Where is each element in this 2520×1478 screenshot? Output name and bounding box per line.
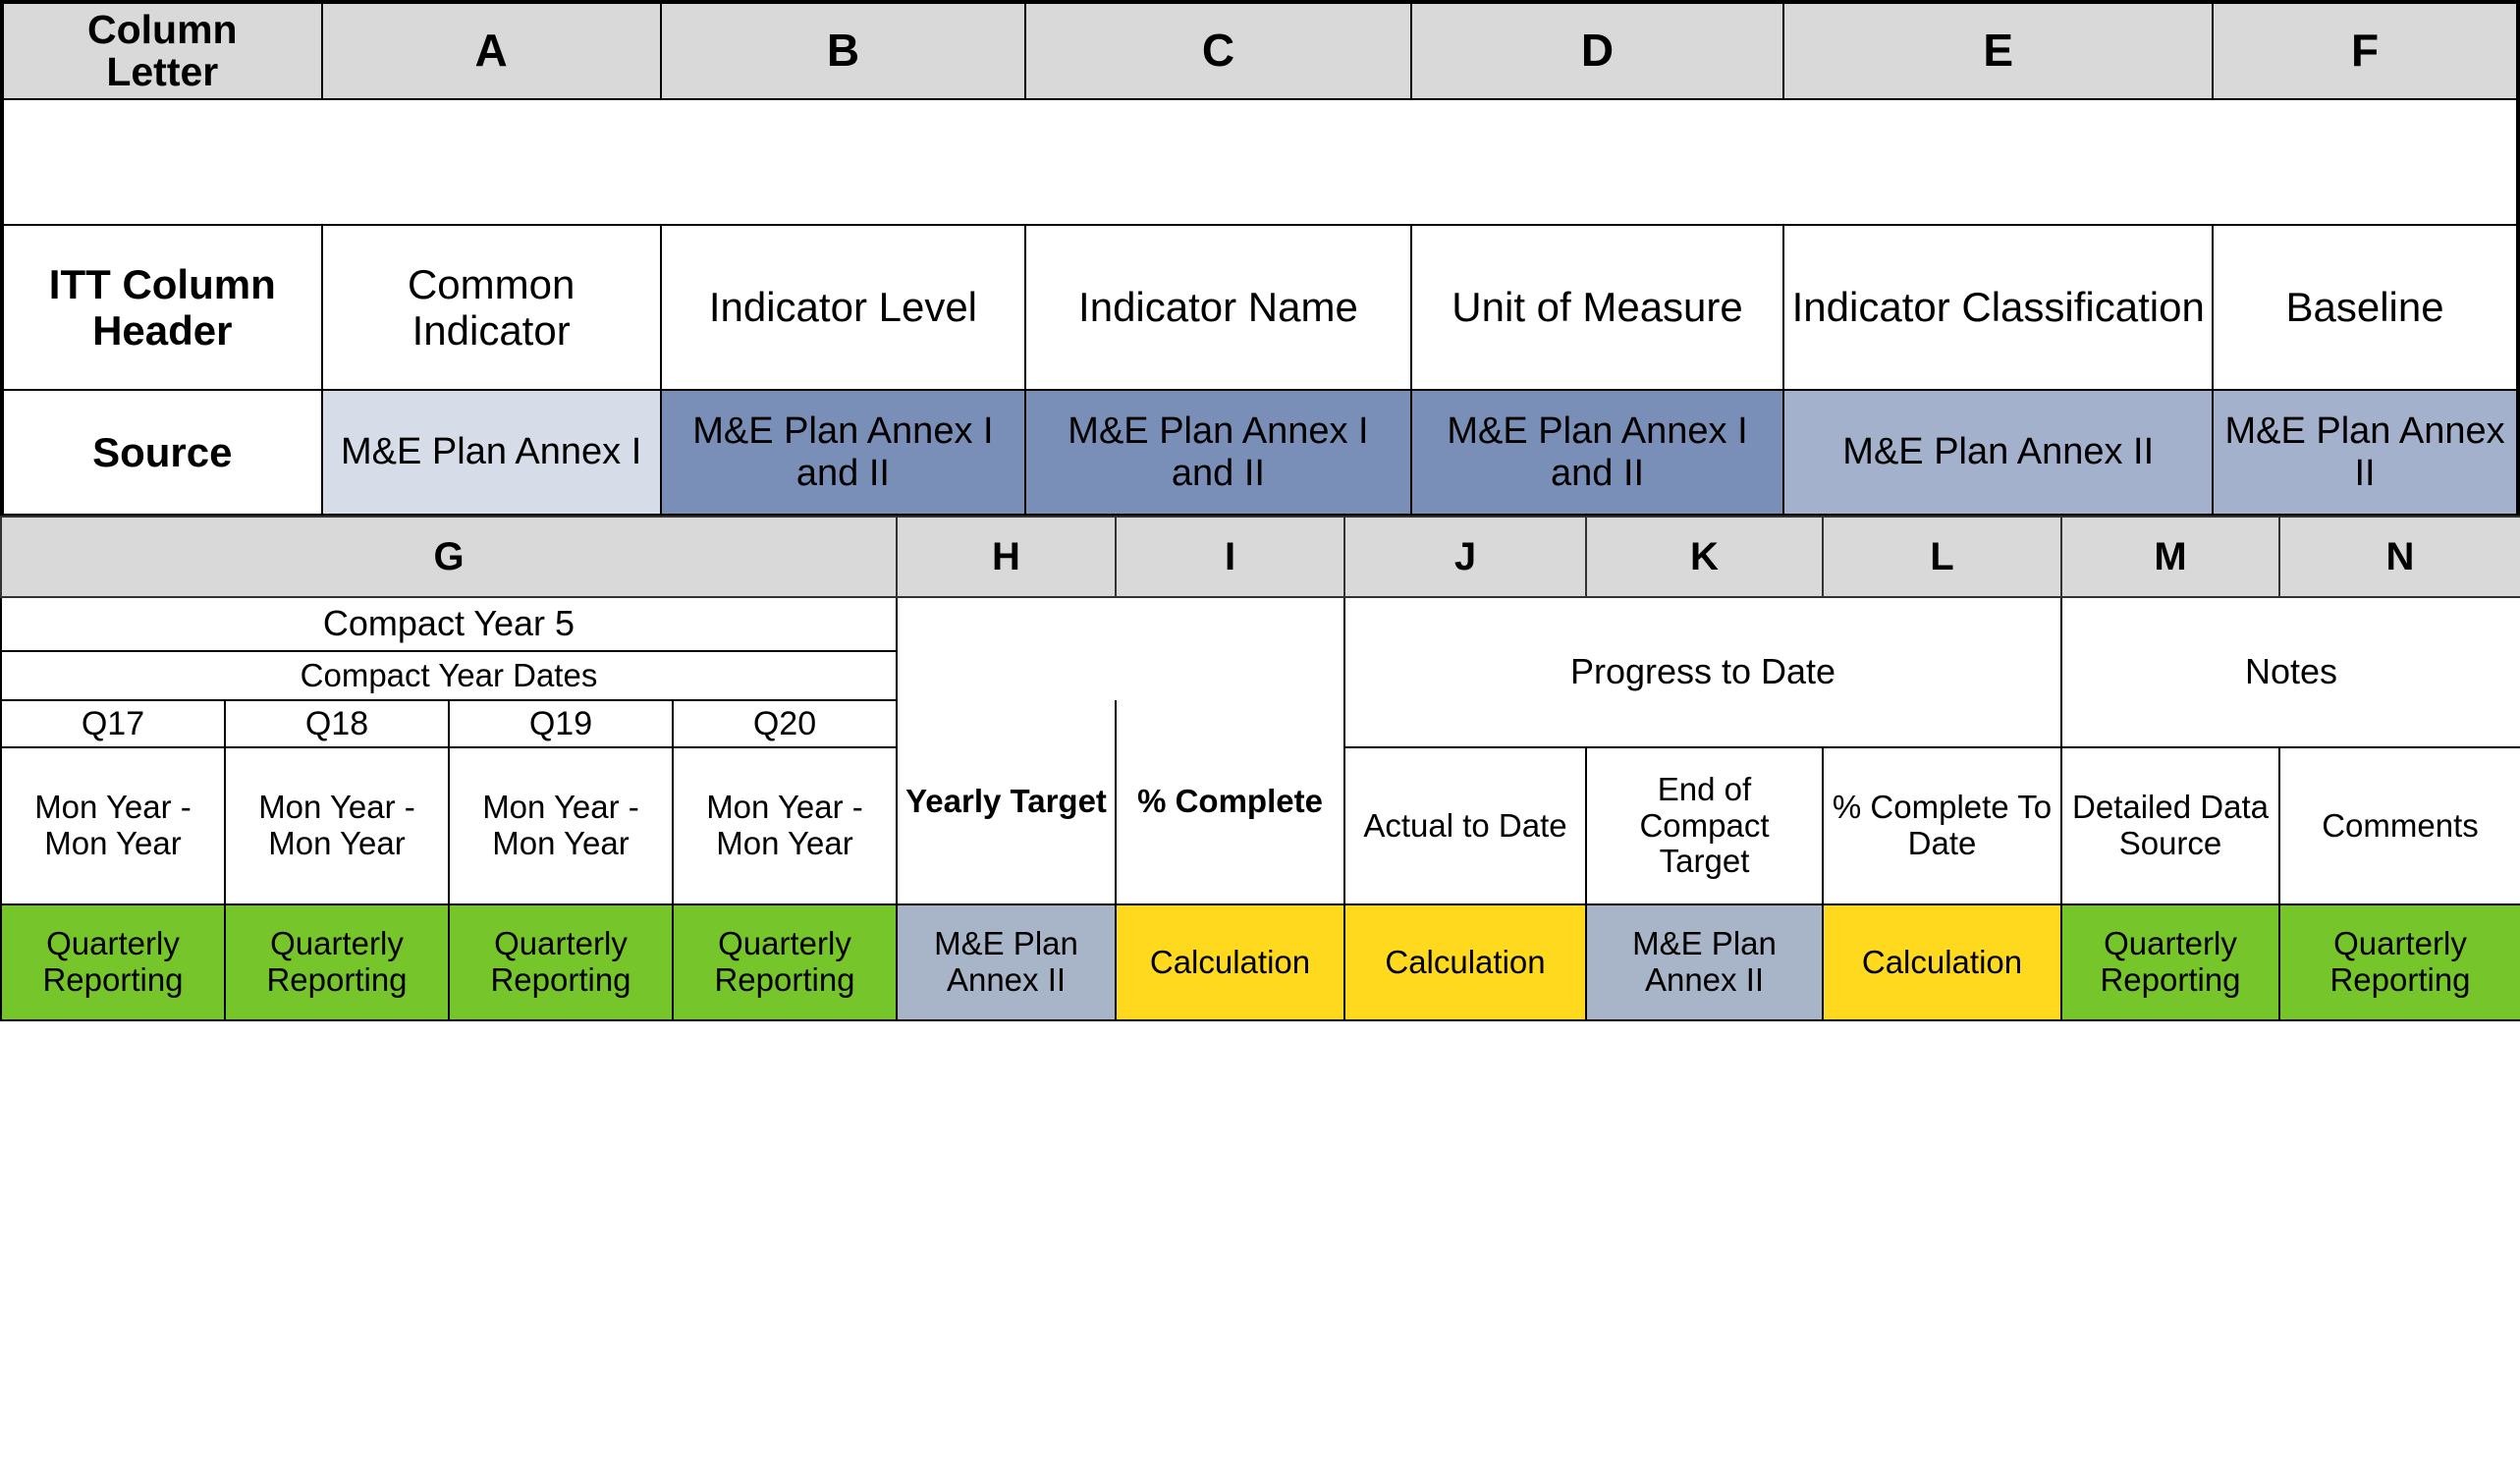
itt-header-indicator-classification: Indicator Classification: [1782, 224, 2215, 391]
itt-header-label-line1: ITT Column: [48, 260, 276, 307]
source-indicator-classification: M&E Plan Annex II: [1782, 389, 2215, 516]
quarter-q19: Q19: [448, 699, 674, 748]
column-letter-c: C: [1024, 1, 1412, 100]
source-q18: Quarterly Reporting: [224, 903, 450, 1021]
detail-header-actual-to-date: Actual to Date: [1343, 746, 1587, 905]
source-percent-complete-to-date: Calculation: [1822, 903, 2062, 1021]
column-letter-row: Column Letter A B C D E F: [1, 1, 2519, 100]
detail-header-percent-complete-to-date: % Complete To Date: [1822, 746, 2062, 905]
detail-header-detailed-data-source: Detailed Data Source: [2060, 746, 2280, 905]
spacer-cell: [1, 98, 2519, 226]
column-letter-i: I: [1115, 516, 1345, 598]
quarter-dates-q20: Mon Year - Mon Year: [672, 746, 898, 905]
row-label-column-letter: Column Letter: [1, 1, 323, 100]
row-label-itt-column-header: ITT Column Header: [1, 224, 323, 391]
source-q20: Quarterly Reporting: [672, 903, 898, 1021]
column-letter-label-line1: Column: [86, 7, 238, 53]
itt-column-header-row: ITT Column Header Common Indicator Indic…: [1, 224, 2519, 391]
source-percent-complete: Calculation: [1115, 903, 1345, 1021]
source-comments: Quarterly Reporting: [2278, 903, 2520, 1021]
source-row-2: Quarterly Reporting Quarterly Reporting …: [0, 903, 2520, 1021]
column-letter-n: N: [2278, 516, 2520, 598]
source-unit-of-measure: M&E Plan Annex I and II: [1409, 389, 1785, 516]
source-detailed-data-source: Quarterly Reporting: [2060, 903, 2280, 1021]
itt-header-common-indicator: Common Indicator: [320, 224, 662, 391]
group-compact-year-dates: Compact Year Dates: [0, 650, 898, 701]
quarter-q17: Q17: [0, 699, 226, 748]
detail-header-comments: Comments: [2278, 746, 2520, 905]
source-actual-to-date: Calculation: [1343, 903, 1587, 1021]
detail-header-percent-complete: % Complete: [1115, 700, 1345, 905]
column-letter-j: J: [1343, 516, 1587, 598]
column-letter-l: L: [1822, 516, 2062, 598]
group-progress-to-date: Progress to Date: [1343, 596, 2062, 748]
column-letter-k: K: [1585, 516, 1824, 598]
source-indicator-name: M&E Plan Annex I and II: [1024, 389, 1412, 516]
quarter-dates-q19: Mon Year - Mon Year: [448, 746, 674, 905]
column-letter-label-line2: Letter: [106, 49, 219, 94]
itt-header-indicator-name: Indicator Name: [1024, 224, 1412, 391]
group-title-row: Compact Year 5 Progress to Date Notes: [0, 596, 2520, 748]
itt-header-unit-of-measure: Unit of Measure: [1409, 224, 1785, 391]
column-letter-e: E: [1782, 1, 2215, 100]
source-common-indicator: M&E Plan Annex I: [320, 389, 662, 516]
source-q19: Quarterly Reporting: [448, 903, 674, 1021]
spreadsheet-legend-sheet: Column Letter A B C D E F ITT Column Hea…: [0, 0, 2520, 1478]
itt-columns-a-f-table: Column Letter A B C D E F ITT Column Hea…: [0, 0, 2520, 516]
column-letter-f: F: [2212, 1, 2519, 100]
column-letter-row-2: G H I J K L M N: [0, 516, 2520, 598]
itt-header-indicator-level: Indicator Level: [659, 224, 1027, 391]
column-letter-h: H: [896, 516, 1117, 598]
column-letter-b: B: [659, 1, 1027, 100]
source-q17: Quarterly Reporting: [0, 903, 226, 1021]
source-row: Source M&E Plan Annex I M&E Plan Annex I…: [1, 389, 2519, 516]
source-end-of-compact-target: M&E Plan Annex II: [1585, 903, 1824, 1021]
group-compact-year-5: Compact Year 5: [0, 596, 898, 652]
source-baseline: M&E Plan Annex II: [2212, 389, 2519, 516]
group-notes: Notes: [2060, 596, 2520, 748]
quarter-q18: Q18: [224, 699, 450, 748]
itt-columns-g-n-table: G H I J K L M N Compact Year 5 Progress …: [0, 516, 2520, 1021]
row-label-source: Source: [1, 389, 323, 516]
quarter-dates-q18: Mon Year - Mon Year: [224, 746, 450, 905]
quarter-dates-q17: Mon Year - Mon Year: [0, 746, 226, 905]
column-letter-a: A: [320, 1, 662, 100]
detail-header-end-of-compact-target: End of Compact Target: [1585, 746, 1824, 905]
spacer-row: [1, 98, 2519, 226]
column-letter-m: M: [2060, 516, 2280, 598]
source-indicator-level: M&E Plan Annex I and II: [659, 389, 1027, 516]
detail-header-yearly-target: Yearly Target: [896, 700, 1117, 905]
column-letter-d: D: [1409, 1, 1785, 100]
itt-header-baseline: Baseline: [2212, 224, 2519, 391]
source-yearly-target: M&E Plan Annex II: [896, 903, 1117, 1021]
spacer-h-i-top: [896, 596, 1345, 700]
quarter-q20: Q20: [672, 699, 898, 748]
itt-header-label-line2: Header: [92, 307, 233, 354]
column-letter-g: G: [0, 516, 898, 598]
